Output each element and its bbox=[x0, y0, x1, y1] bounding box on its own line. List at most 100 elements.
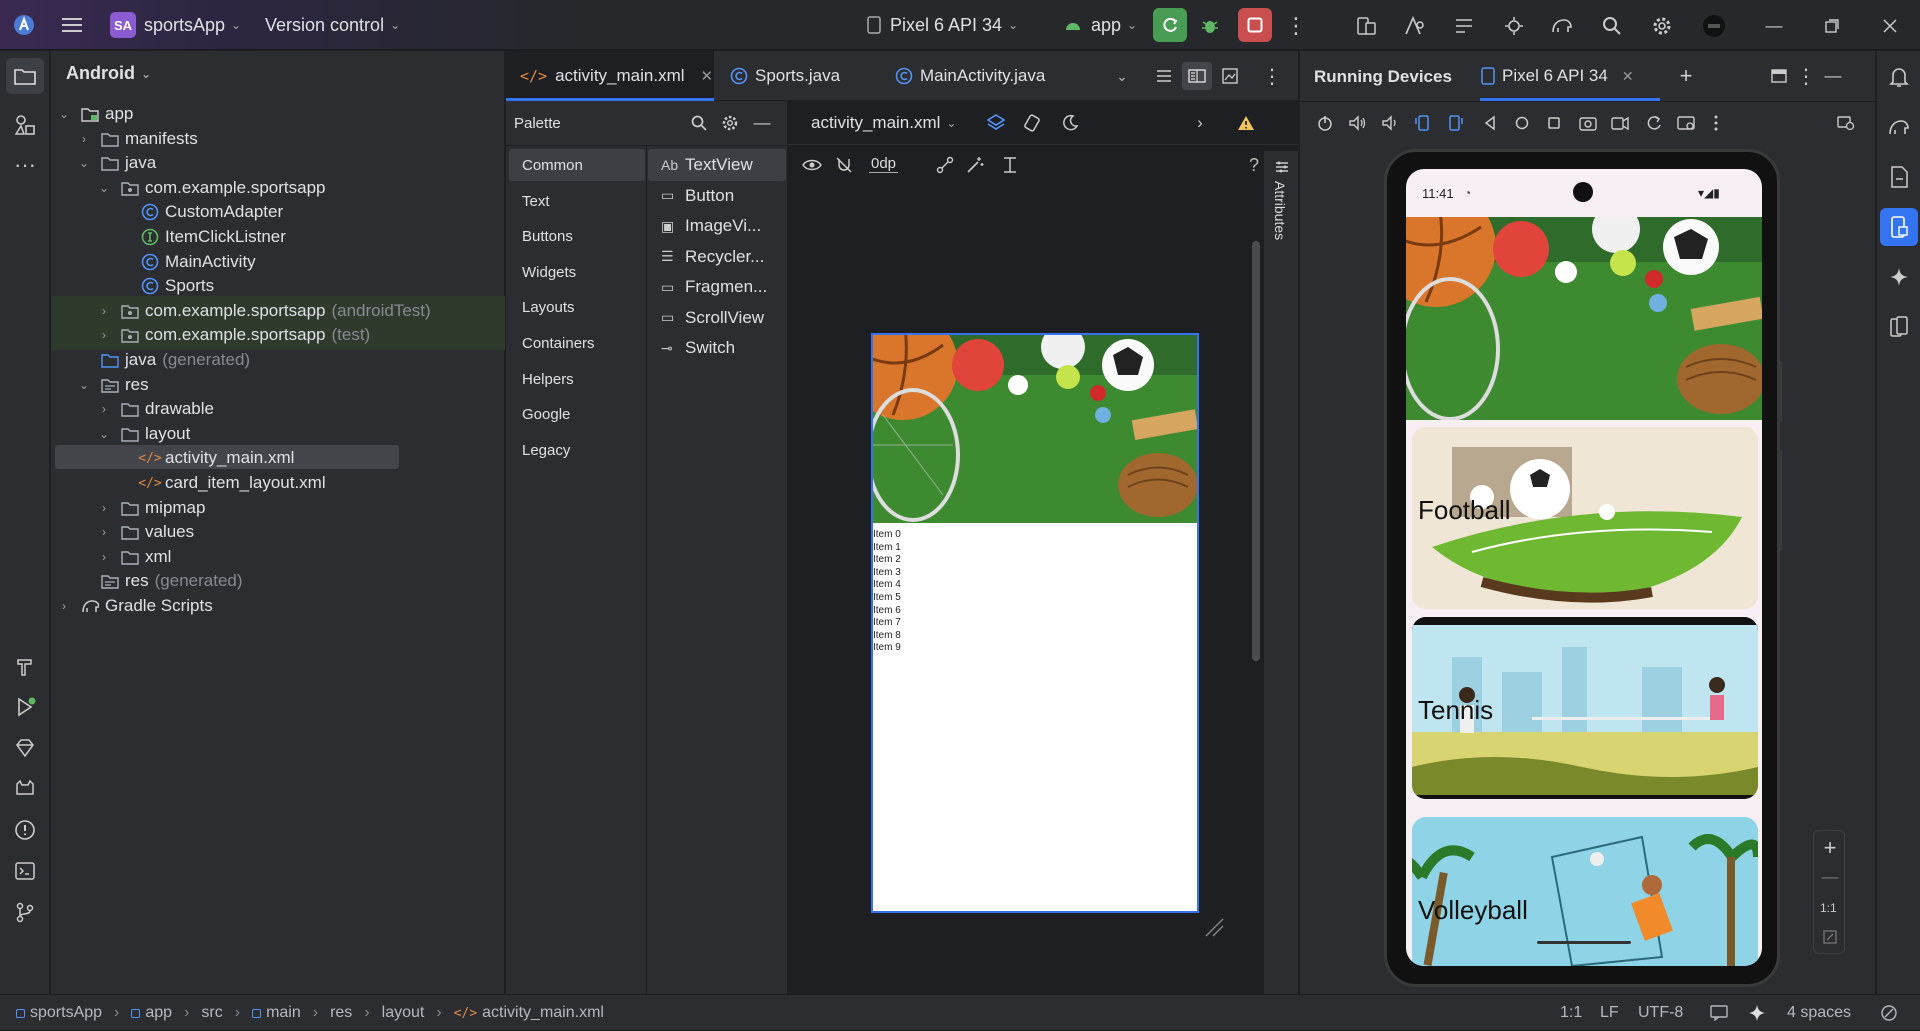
chevron-right-icon[interactable]: › bbox=[97, 550, 111, 564]
magnet-off-icon[interactable] bbox=[833, 154, 855, 176]
chevron-down-icon[interactable]: ⌄ bbox=[97, 181, 111, 195]
gradle-icon[interactable] bbox=[1885, 113, 1913, 141]
sport-card-tennis[interactable]: Tennis bbox=[1412, 617, 1758, 799]
chevron-right-icon[interactable]: › bbox=[97, 304, 111, 318]
palette-item-scrollview[interactable]: ▭ ScrollView bbox=[661, 308, 764, 328]
default-margin-value[interactable]: 0dp bbox=[869, 155, 899, 173]
sport-card-football[interactable]: Football bbox=[1412, 427, 1758, 609]
project-selector[interactable]: SA sportsApp ⌄ bbox=[110, 0, 241, 50]
build-hammer-icon[interactable] bbox=[11, 652, 39, 680]
main-menu-icon[interactable] bbox=[60, 13, 84, 37]
device-tab[interactable]: Pixel 6 API 34 ✕ bbox=[1480, 51, 1634, 101]
design-surface-icon[interactable] bbox=[985, 112, 1007, 134]
hide-panel-icon[interactable]: — bbox=[1822, 65, 1844, 87]
file-encoding[interactable]: UTF-8 bbox=[1638, 995, 1683, 1031]
night-mode-icon[interactable] bbox=[1059, 112, 1081, 134]
screenshot-icon[interactable] bbox=[1576, 111, 1600, 135]
gemini-sparkle-icon[interactable] bbox=[1885, 263, 1913, 291]
tab-sports-java[interactable]: Sports.java bbox=[730, 51, 840, 101]
gradle-sync-icon[interactable] bbox=[1500, 12, 1528, 40]
run-tool-icon[interactable] bbox=[11, 693, 39, 721]
search-icon[interactable] bbox=[688, 112, 710, 134]
chevron-down-icon[interactable]: ⌄ bbox=[77, 156, 91, 170]
zoom-fit-icon[interactable] bbox=[1819, 926, 1841, 948]
minimize-window-icon[interactable]: — bbox=[1760, 12, 1788, 40]
palette-item-recycler[interactable]: ☰ Recycler... bbox=[661, 247, 764, 267]
palette-item-imagevi[interactable]: ▣ ImageVi... bbox=[661, 216, 761, 236]
palette-category-text[interactable]: Text bbox=[522, 193, 550, 210]
breadcrumb-item[interactable]: src bbox=[201, 1004, 222, 1022]
reset-snapshot-icon[interactable] bbox=[1642, 111, 1666, 135]
eye-icon[interactable] bbox=[801, 154, 823, 176]
palette-category-google[interactable]: Google bbox=[522, 406, 570, 423]
back-icon[interactable] bbox=[1478, 111, 1502, 135]
hide-panel-icon[interactable]: — bbox=[751, 112, 773, 134]
device-manager-icon[interactable] bbox=[1352, 12, 1380, 40]
chevron-right-icon[interactable]: › bbox=[57, 599, 71, 613]
debug-button[interactable] bbox=[1196, 12, 1224, 40]
vcs-menu[interactable]: Version control ⌄ bbox=[265, 0, 400, 50]
inspection-status-icon[interactable] bbox=[1880, 995, 1898, 1031]
palette-category-containers[interactable]: Containers bbox=[522, 335, 595, 352]
add-device-icon[interactable]: + bbox=[1675, 63, 1697, 88]
settings-gear-icon[interactable] bbox=[1648, 12, 1676, 40]
more-actions-icon[interactable]: ⋮ bbox=[1285, 12, 1307, 40]
design-view-icon[interactable] bbox=[1219, 65, 1241, 87]
gear-icon[interactable] bbox=[719, 112, 741, 134]
palette-category-common[interactable]: Common bbox=[522, 157, 583, 174]
volume-up-icon[interactable] bbox=[1345, 111, 1369, 135]
app-quality-insights-icon[interactable] bbox=[11, 734, 39, 762]
terminal-icon[interactable] bbox=[11, 857, 39, 885]
logcat-icon[interactable] bbox=[11, 775, 39, 803]
caret-position[interactable]: 1:1 bbox=[1560, 995, 1582, 1031]
rotate-right-icon[interactable] bbox=[1443, 111, 1467, 135]
breadcrumb-item[interactable]: activity_main.xml bbox=[482, 1004, 604, 1022]
tree-item-gradle-scripts[interactable]: › Gradle Scripts bbox=[51, 591, 505, 621]
palette-category-buttons[interactable]: Buttons bbox=[522, 228, 573, 245]
attributes-icon[interactable] bbox=[1272, 157, 1292, 177]
close-window-icon[interactable] bbox=[1876, 12, 1904, 40]
run-config-selector[interactable]: app ⌄ bbox=[1063, 0, 1137, 50]
orientation-icon[interactable] bbox=[1021, 112, 1043, 134]
elephant-icon[interactable] bbox=[1548, 12, 1576, 40]
avatar[interactable] bbox=[1700, 12, 1728, 40]
readonly-toggle-icon[interactable] bbox=[1710, 995, 1728, 1031]
palette-item-textview[interactable]: Ab TextView bbox=[661, 155, 753, 175]
breadcrumb-item[interactable]: res bbox=[330, 1004, 352, 1022]
palette-category-legacy[interactable]: Legacy bbox=[522, 442, 570, 459]
resource-manager-icon[interactable] bbox=[11, 111, 39, 139]
ai-sparkle-icon[interactable] bbox=[1748, 995, 1766, 1031]
palette-category-layouts[interactable]: Layouts bbox=[522, 299, 575, 316]
panel-more-icon[interactable]: ⋮ bbox=[1796, 65, 1816, 88]
editor-more-icon[interactable]: ⋮ bbox=[1262, 65, 1282, 88]
search-icon[interactable] bbox=[1598, 12, 1626, 40]
device-more-icon[interactable] bbox=[1704, 111, 1728, 135]
palette-item-switch[interactable]: ⊸ Switch bbox=[661, 338, 735, 358]
problems-icon[interactable] bbox=[11, 816, 39, 844]
restore-window-icon[interactable] bbox=[1818, 12, 1846, 40]
tab-activity-main[interactable]: </> activity_main.xml ✕ bbox=[520, 51, 713, 101]
help-icon[interactable]: ? bbox=[1243, 154, 1265, 176]
line-ending[interactable]: LF bbox=[1600, 995, 1619, 1031]
volume-down-icon[interactable] bbox=[1377, 111, 1401, 135]
palette-item-fragmen[interactable]: ▭ Fragmen... bbox=[661, 277, 767, 297]
stop-button[interactable] bbox=[1238, 8, 1272, 42]
phone-screen[interactable]: 11:41 ◔ ▾◢▮ Football Tennis Volleyball bbox=[1406, 169, 1762, 966]
screen-record-icon[interactable] bbox=[1608, 111, 1632, 135]
project-tool-button[interactable] bbox=[6, 58, 44, 94]
breadcrumb-item[interactable]: layout bbox=[382, 1004, 425, 1022]
infer-constraints-icon[interactable] bbox=[964, 154, 986, 176]
close-tab-icon[interactable]: ✕ bbox=[1622, 68, 1634, 85]
chevron-down-icon[interactable]: ⌄ bbox=[57, 107, 71, 121]
tab-main-activity-java[interactable]: MainActivity.java bbox=[895, 51, 1045, 101]
home-icon[interactable] bbox=[1510, 111, 1534, 135]
breadcrumb-item[interactable]: main bbox=[266, 1004, 301, 1022]
restore-panel-icon[interactable] bbox=[1768, 65, 1790, 87]
zoom-out-icon[interactable]: — bbox=[1819, 866, 1841, 888]
warning-icon[interactable] bbox=[1235, 112, 1257, 134]
mirror-screen-icon[interactable] bbox=[1834, 111, 1858, 135]
chevron-right-icon[interactable]: › bbox=[97, 501, 111, 515]
git-branch-icon[interactable] bbox=[11, 898, 39, 926]
chevron-right-icon[interactable]: › bbox=[77, 132, 91, 146]
gesture-nav-bar[interactable] bbox=[1537, 941, 1631, 944]
